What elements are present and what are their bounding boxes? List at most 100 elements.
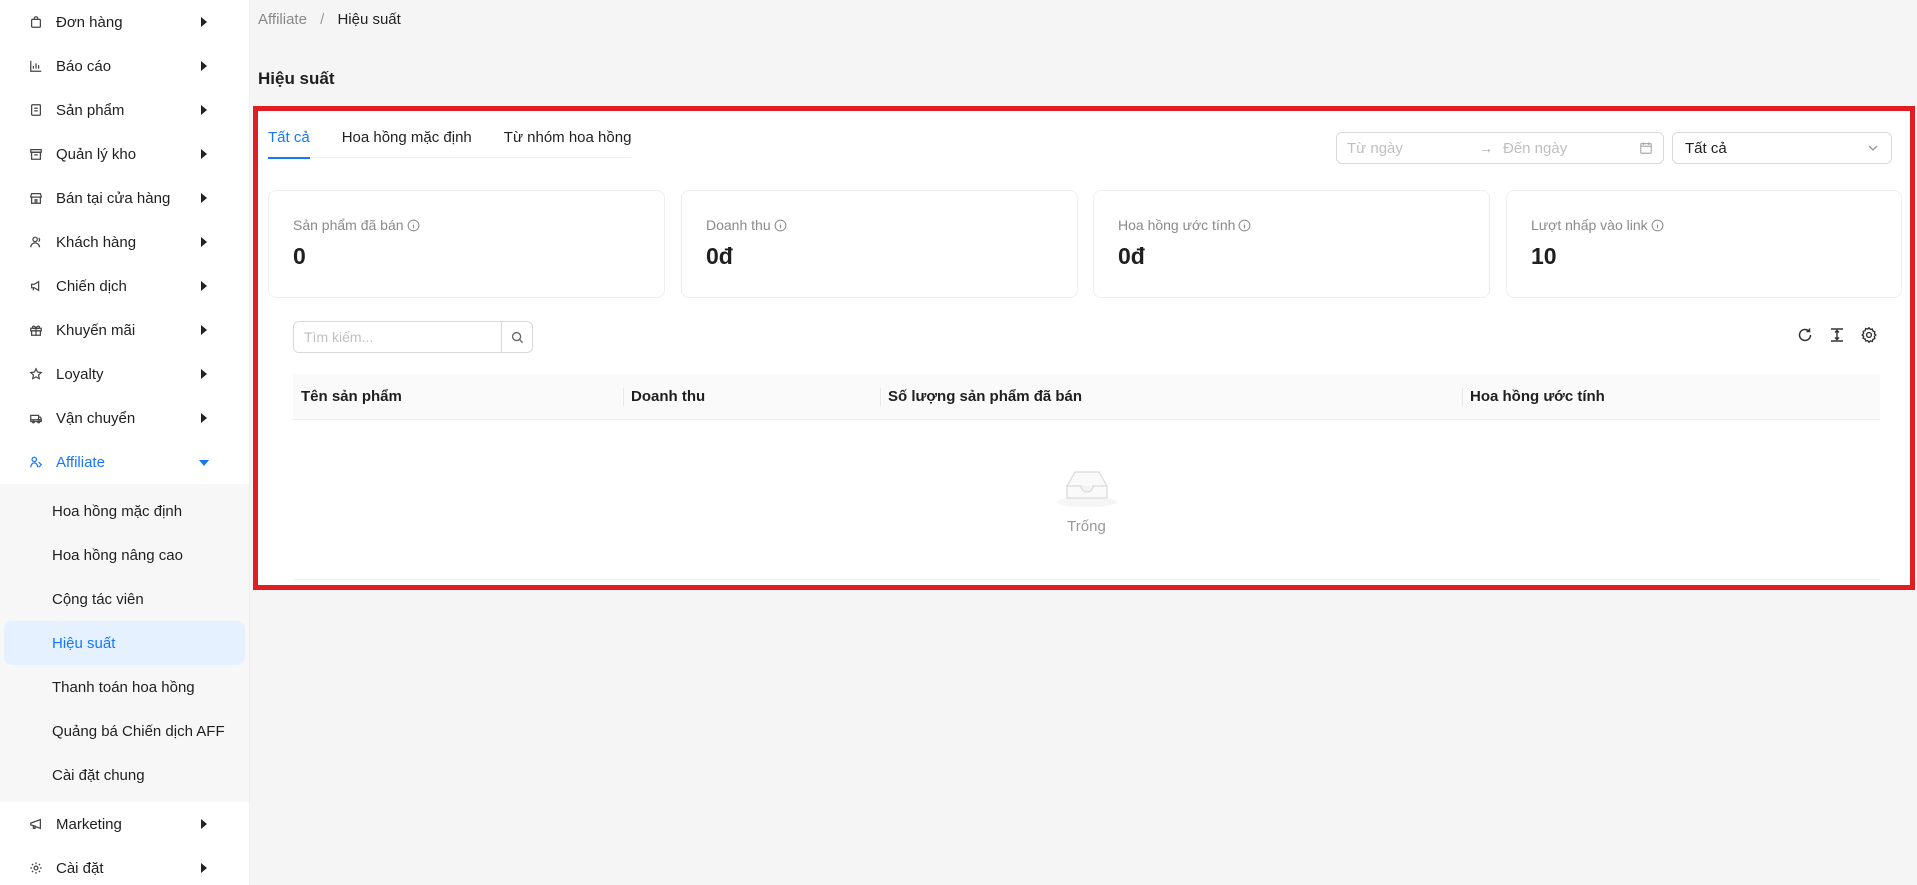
stat-card-estimated-commission: Hoa hồng ước tính 0đ: [1093, 190, 1490, 298]
sidebar-item-settings[interactable]: Cài đặt: [0, 846, 249, 885]
tab-bar: Tất cả Hoa hồng mặc định Từ nhóm hoa hồn…: [268, 125, 632, 159]
stat-label-row: Hoa hồng ước tính: [1118, 217, 1465, 233]
stat-label-row: Doanh thu: [706, 217, 1053, 233]
sidebar-item-loyalty[interactable]: Loyalty: [0, 352, 249, 396]
breadcrumb-current: Hiệu suất: [337, 11, 401, 28]
search-button[interactable]: [501, 322, 532, 352]
box-icon: [28, 102, 44, 118]
sidebar-item-label: Khuyến mãi: [56, 321, 136, 339]
sidebar-item-affiliate[interactable]: Affiliate: [0, 440, 249, 484]
status-select-value: Tất cả: [1685, 139, 1727, 157]
arrow-right-icon: →: [1479, 140, 1493, 156]
sidebar-item-marketing[interactable]: Marketing: [0, 802, 249, 846]
search-icon: [511, 331, 524, 344]
sidebar-item-campaigns[interactable]: Chiến dịch: [0, 264, 249, 308]
sidebar-item-customers[interactable]: Khách hàng: [0, 220, 249, 264]
store-icon: [28, 190, 44, 206]
column-header-product-name[interactable]: Tên sản phẩm: [293, 374, 623, 420]
info-icon[interactable]: [407, 219, 420, 232]
column-header-estimated-commission[interactable]: Hoa hồng ước tính: [1462, 374, 1880, 420]
affiliate-submenu: Hoa hồng mặc định Hoa hồng nâng cao Cộng…: [0, 484, 249, 802]
sidebar-item-reports[interactable]: Báo cáo: [0, 44, 249, 88]
caret-right-icon: [201, 237, 207, 247]
sidebar-item-label: Sản phẩm: [56, 101, 125, 119]
tab-commission-group[interactable]: Từ nhóm hoa hồng: [504, 125, 632, 158]
gear-icon: [28, 860, 44, 876]
breadcrumb: Affiliate / Hiệu suất: [258, 11, 401, 28]
shopping-bag-icon: [28, 14, 44, 30]
info-icon[interactable]: [1238, 219, 1251, 232]
search-input[interactable]: [294, 322, 501, 352]
sidebar-item-label: Vận chuyển: [56, 409, 136, 427]
sidebar-item-store[interactable]: Bán tại cửa hàng: [0, 176, 249, 220]
sidebar-item-promotions[interactable]: Khuyến mãi: [0, 308, 249, 352]
sidebar-item-label: Bán tại cửa hàng: [56, 189, 171, 207]
submenu-item-default-commission[interactable]: Hoa hồng mặc định: [4, 489, 245, 533]
sidebar-item-products[interactable]: Sản phẩm: [0, 88, 249, 132]
date-to-field[interactable]: Đến ngày: [1503, 140, 1639, 157]
caret-right-icon: [201, 17, 207, 27]
performance-panel: Tất cả Hoa hồng mặc định Từ nhóm hoa hồn…: [253, 106, 1915, 590]
tab-default-commission[interactable]: Hoa hồng mặc định: [342, 125, 472, 158]
sidebar-item-warehouse[interactable]: Quản lý kho: [0, 132, 249, 176]
sidebar-item-shipping[interactable]: Vận chuyển: [0, 396, 249, 440]
info-icon[interactable]: [1651, 219, 1664, 232]
submenu-item-general-settings[interactable]: Cài đặt chung: [4, 753, 245, 797]
date-range-picker[interactable]: Từ ngày → Đến ngày: [1336, 132, 1664, 164]
status-select[interactable]: Tất cả: [1672, 132, 1892, 164]
megaphone-icon: [28, 278, 44, 294]
submenu-item-aff-campaign[interactable]: Quảng bá Chiến dịch AFF: [4, 709, 245, 753]
table-empty-state: Trống: [293, 420, 1880, 580]
tab-all[interactable]: Tất cả: [268, 125, 310, 159]
submenu-item-performance[interactable]: Hiệu suất: [4, 621, 245, 665]
caret-right-icon: [201, 369, 207, 379]
column-height-icon[interactable]: [1828, 326, 1846, 344]
caret-right-icon: [201, 105, 207, 115]
stat-label-row: Lượt nhấp vào link: [1531, 217, 1877, 233]
settings-icon[interactable]: [1860, 326, 1878, 344]
table-toolbar: [1796, 326, 1878, 344]
caret-right-icon: [201, 819, 207, 829]
caret-right-icon: [201, 61, 207, 71]
submenu-item-collaborators[interactable]: Cộng tác viên: [4, 577, 245, 621]
column-header-quantity-sold[interactable]: Số lượng sản phẩm đã bán: [880, 374, 1462, 420]
caret-right-icon: [201, 149, 207, 159]
affiliate-icon: [28, 454, 44, 470]
refresh-icon[interactable]: [1796, 326, 1814, 344]
sidebar-item-label: Khách hàng: [56, 233, 137, 251]
stat-value: 10: [1531, 243, 1557, 269]
users-icon: [28, 234, 44, 250]
warehouse-icon: [28, 146, 44, 162]
sidebar-item-label: Loyalty: [56, 365, 104, 383]
sidebar-item-label: Quản lý kho: [56, 145, 137, 163]
sidebar-item-label: Cài đặt: [56, 859, 104, 877]
breadcrumb-separator: /: [320, 11, 325, 28]
stat-card-products-sold: Sản phẩm đã bán 0: [268, 190, 665, 298]
date-from-field[interactable]: Từ ngày: [1347, 140, 1475, 157]
stat-value: 0đ: [706, 243, 733, 269]
info-icon[interactable]: [774, 219, 787, 232]
column-header-revenue[interactable]: Doanh thu: [623, 374, 880, 420]
caret-right-icon: [201, 413, 207, 423]
stat-label-row: Sản phẩm đã bán: [293, 217, 640, 233]
main-content: Affiliate / Hiệu suất Hiệu suất Tất cả H…: [250, 0, 1917, 885]
sidebar-item-orders[interactable]: Đơn hàng: [0, 0, 249, 44]
stat-label: Hoa hồng ước tính: [1118, 217, 1236, 233]
empty-inbox-icon: [1055, 464, 1119, 508]
breadcrumb-parent[interactable]: Affiliate: [258, 11, 307, 28]
page-title: Hiệu suất: [258, 69, 335, 88]
stat-label: Sản phẩm đã bán: [293, 217, 404, 233]
sidebar: Đơn hàng Báo cáo Sản phẩm Quản lý kho Bá…: [0, 0, 250, 885]
truck-icon: [28, 410, 44, 426]
performance-table: Tên sản phẩm Doanh thu Số lượng sản phẩm…: [293, 374, 1880, 580]
caret-right-icon: [201, 863, 207, 873]
caret-right-icon: [201, 281, 207, 291]
submenu-item-commission-payment[interactable]: Thanh toán hoa hồng: [4, 665, 245, 709]
submenu-item-advanced-commission[interactable]: Hoa hồng nâng cao: [4, 533, 245, 577]
sidebar-item-label: Đơn hàng: [56, 13, 123, 31]
star-icon: [28, 366, 44, 382]
gift-icon: [28, 322, 44, 338]
app-root: Đơn hàng Báo cáo Sản phẩm Quản lý kho Bá…: [0, 0, 1917, 885]
chevron-down-icon: [1867, 142, 1879, 154]
search-box: [293, 321, 533, 353]
